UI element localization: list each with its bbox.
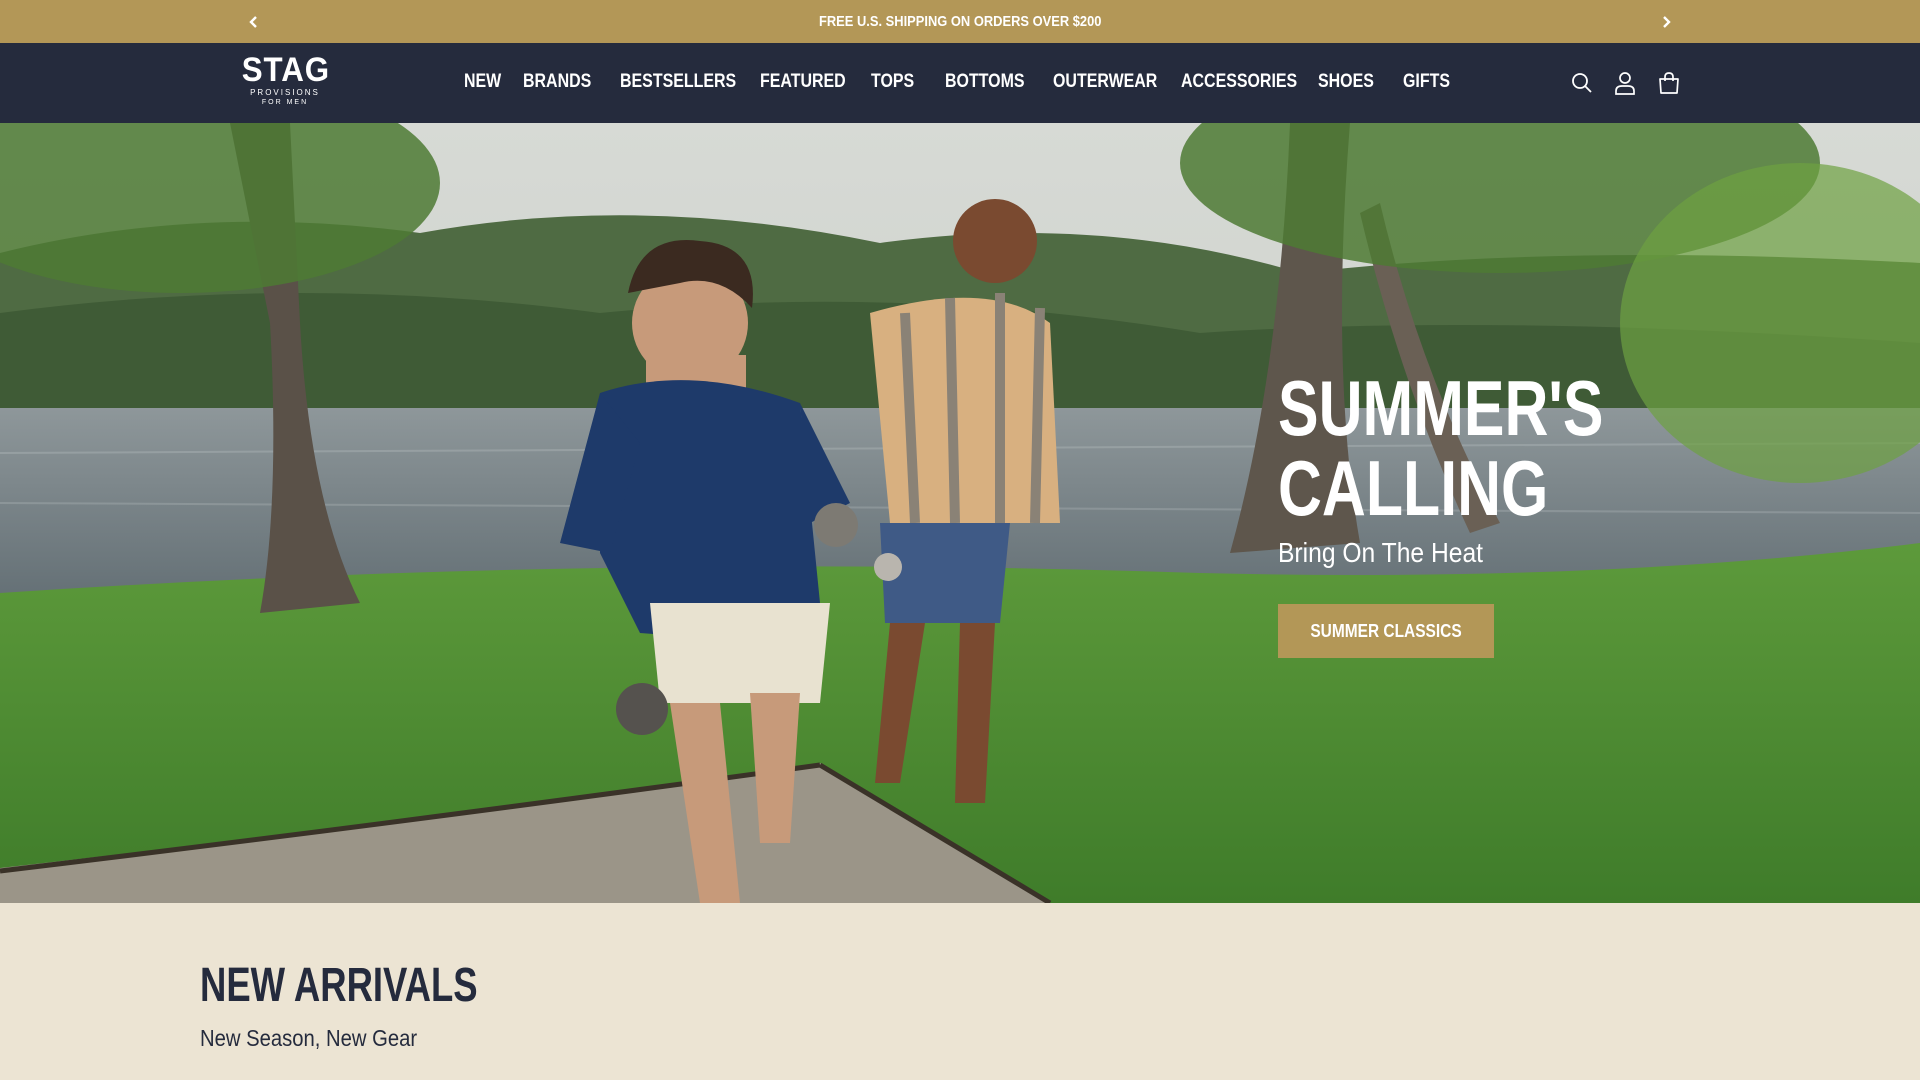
hero-image bbox=[0, 123, 1920, 903]
account-icon[interactable] bbox=[1611, 69, 1639, 97]
chevron-right-icon[interactable] bbox=[1655, 11, 1677, 33]
chevron-left-icon[interactable] bbox=[243, 11, 265, 33]
new-arrivals-title: NEW ARRIVALS bbox=[200, 959, 478, 1012]
hero-title-line-2: CALLING bbox=[1278, 444, 1549, 532]
nav-item-featured[interactable]: FEATURED bbox=[760, 71, 846, 93]
nav-item-bottoms[interactable]: BOTTOMS bbox=[945, 71, 1025, 93]
hero-button-label: SUMMER CLASSICS bbox=[1310, 620, 1462, 641]
nav-item-brands[interactable]: BRANDS bbox=[523, 71, 591, 93]
cart-icon[interactable] bbox=[1655, 69, 1683, 97]
nav-item-gifts[interactable]: GIFTS bbox=[1403, 71, 1450, 93]
nav-item-accessories[interactable]: ACCESSORIES bbox=[1181, 71, 1297, 93]
search-icon[interactable] bbox=[1568, 69, 1596, 97]
site-header: STAG PROVISIONS FOR MEN NEW BRANDS BESTS… bbox=[0, 43, 1920, 123]
announcement-message[interactable]: FREE U.S. SHIPPING ON ORDERS OVER $200 bbox=[819, 13, 1101, 30]
summer-classics-button[interactable]: SUMMER CLASSICS bbox=[1278, 604, 1494, 658]
announcement-bar: FREE U.S. SHIPPING ON ORDERS OVER $200 bbox=[0, 0, 1920, 43]
hero-title-line-1: SUMMER'S bbox=[1278, 364, 1604, 452]
hero-subtitle: Bring On The Heat bbox=[1278, 537, 1483, 568]
hero-title: SUMMER'S CALLING bbox=[1278, 368, 1603, 528]
nav-item-tops[interactable]: TOPS bbox=[871, 71, 914, 93]
nav-item-outerwear[interactable]: OUTERWEAR bbox=[1053, 71, 1157, 93]
nav-item-bestsellers[interactable]: BESTSELLERS bbox=[620, 71, 736, 93]
nav-item-shoes[interactable]: SHOES bbox=[1318, 71, 1374, 93]
new-arrivals-subtitle: New Season, New Gear bbox=[200, 1025, 418, 1051]
hero-banner: SUMMER'S CALLING Bring On The Heat SUMME… bbox=[0, 123, 1920, 903]
nav-item-new[interactable]: NEW bbox=[464, 71, 501, 93]
